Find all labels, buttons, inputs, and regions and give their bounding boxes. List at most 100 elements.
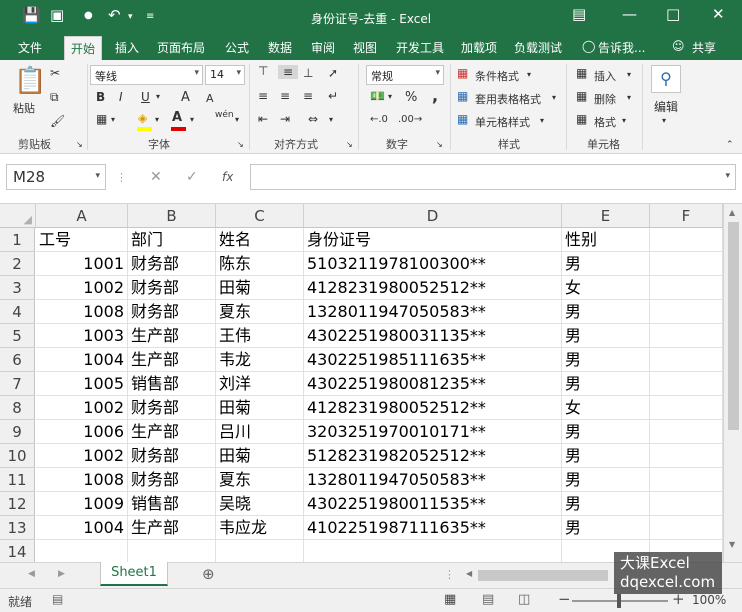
tell-me[interactable]: 告诉我... xyxy=(598,39,645,56)
format-painter-icon[interactable]: 🖌 xyxy=(50,114,65,128)
cell-e8[interactable]: 女 xyxy=(562,396,650,420)
border-dropdown-icon[interactable]: ▾ xyxy=(111,115,115,124)
cell-a1[interactable]: 工号 xyxy=(36,228,128,252)
collapse-ribbon-icon[interactable]: ⌃ xyxy=(726,140,734,150)
increase-decimal-icon[interactable]: ←.0 xyxy=(370,114,388,125)
italic-button[interactable]: I xyxy=(119,90,123,104)
phonetic-button[interactable]: wén xyxy=(215,110,234,120)
font-color-icon[interactable]: A xyxy=(172,110,182,125)
cell-d3[interactable]: 4128231980052512** xyxy=(304,276,562,300)
cell-b4[interactable]: 财务部 xyxy=(128,300,216,324)
row-header[interactable]: 1 xyxy=(0,228,35,252)
cell-style-icon[interactable]: ▦ xyxy=(457,112,468,126)
conditional-format-button[interactable]: 条件格式 xyxy=(475,68,519,84)
cell-c5[interactable]: 王伟 xyxy=(216,324,304,348)
number-format-select[interactable]: 常规 ▾ xyxy=(366,65,444,85)
cell-e12[interactable]: 男 xyxy=(562,492,650,516)
cell-a7[interactable]: 1005 xyxy=(36,372,128,396)
tab-review[interactable]: 审阅 xyxy=(311,39,335,56)
cell-d5[interactable]: 4302251980031135** xyxy=(304,324,562,348)
cell-c6[interactable]: 韦龙 xyxy=(216,348,304,372)
align-top-icon[interactable]: ⊤ xyxy=(258,64,268,78)
cell-f7[interactable] xyxy=(650,372,723,396)
conditional-format-icon[interactable]: ▦ xyxy=(457,66,468,80)
align-left-icon[interactable]: ≡ xyxy=(258,89,268,103)
cell-c7[interactable]: 刘洋 xyxy=(216,372,304,396)
cell-d8[interactable]: 4128231980052512** xyxy=(304,396,562,420)
cell-b11[interactable]: 财务部 xyxy=(128,468,216,492)
cell-f2[interactable] xyxy=(650,252,723,276)
bold-button[interactable]: B xyxy=(96,90,105,104)
cell-c8[interactable]: 田菊 xyxy=(216,396,304,420)
cell-d1[interactable]: 身份证号 xyxy=(304,228,562,252)
search-icon[interactable]: ⚲ xyxy=(651,65,681,93)
tab-page-layout[interactable]: 页面布局 xyxy=(157,39,205,56)
cell-b10[interactable]: 财务部 xyxy=(128,444,216,468)
cell-a13[interactable]: 1004 xyxy=(36,516,128,540)
cell-d10[interactable]: 5128231982052512** xyxy=(304,444,562,468)
row-header[interactable]: 6 xyxy=(0,348,35,372)
column-header-c[interactable]: C xyxy=(216,204,304,228)
tab-data[interactable]: 数据 xyxy=(268,39,292,56)
zoom-out-icon[interactable]: − xyxy=(558,590,571,608)
cell-b1[interactable]: 部门 xyxy=(128,228,216,252)
chevron-down-icon[interactable]: ▾ xyxy=(552,93,556,102)
cell-a3[interactable]: 1002 xyxy=(36,276,128,300)
scroll-thumb[interactable] xyxy=(728,222,739,430)
cell-f12[interactable] xyxy=(650,492,723,516)
chevron-down-icon[interactable]: ▾ xyxy=(627,93,631,102)
chevron-down-icon[interactable]: ▾ xyxy=(662,116,666,125)
row-header[interactable]: 13 xyxy=(0,516,35,540)
row-header[interactable]: 3 xyxy=(0,276,35,300)
next-sheet-icon[interactable]: ▶ xyxy=(58,569,65,579)
cell-a14[interactable] xyxy=(36,540,128,564)
tab-home[interactable]: 开始 xyxy=(64,36,103,60)
close-icon[interactable]: ✕ xyxy=(712,5,725,23)
cell-e6[interactable]: 男 xyxy=(562,348,650,372)
fill-color-dropdown-icon[interactable]: ▾ xyxy=(155,115,159,124)
align-right-icon[interactable]: ≡ xyxy=(303,89,313,103)
cell-a11[interactable]: 1008 xyxy=(36,468,128,492)
cell-b13[interactable]: 生产部 xyxy=(128,516,216,540)
decrease-decimal-icon[interactable]: .00→ xyxy=(398,114,422,125)
cell-f6[interactable] xyxy=(650,348,723,372)
macro-record-icon[interactable]: ▤ xyxy=(52,592,63,606)
font-color-dropdown-icon[interactable]: ▾ xyxy=(190,115,194,124)
vertical-scrollbar[interactable]: ▲ ▼ xyxy=(723,204,742,562)
cell-d11[interactable]: 1328011947050583** xyxy=(304,468,562,492)
cell-e7[interactable]: 男 xyxy=(562,372,650,396)
currency-dropdown-icon[interactable]: ▾ xyxy=(388,92,392,101)
cell-f8[interactable] xyxy=(650,396,723,420)
comma-button[interactable]: , xyxy=(432,86,438,105)
row-header[interactable]: 9 xyxy=(0,420,35,444)
normal-view-icon[interactable]: ▦ xyxy=(444,592,456,607)
copy-icon[interactable]: ⧉ xyxy=(50,90,59,105)
cell-a4[interactable]: 1008 xyxy=(36,300,128,324)
scroll-down-icon[interactable]: ▼ xyxy=(729,540,735,549)
fill-color-icon[interactable]: ◈ xyxy=(138,111,147,125)
decrease-indent-icon[interactable]: ⇤ xyxy=(258,112,268,126)
enter-icon[interactable]: ✓ xyxy=(186,169,198,185)
row-header[interactable]: 4 xyxy=(0,300,35,324)
cell-c9[interactable]: 吕川 xyxy=(216,420,304,444)
row-header[interactable]: 8 xyxy=(0,396,35,420)
cell-a9[interactable]: 1006 xyxy=(36,420,128,444)
cell-b12[interactable]: 销售部 xyxy=(128,492,216,516)
merge-dropdown-icon[interactable]: ▾ xyxy=(329,115,333,124)
minimize-icon[interactable]: — xyxy=(622,5,637,23)
name-box[interactable]: M28 ▾ xyxy=(6,164,106,190)
cell-c1[interactable]: 姓名 xyxy=(216,228,304,252)
column-header-e[interactable]: E xyxy=(562,204,650,228)
insert-cells-icon[interactable]: ▦ xyxy=(576,66,587,80)
column-header-d[interactable]: D xyxy=(304,204,562,228)
sheet-tab-sheet1[interactable]: Sheet1 xyxy=(100,562,168,586)
cell-d4[interactable]: 1328011947050583** xyxy=(304,300,562,324)
cell-d9[interactable]: 3203251970010171** xyxy=(304,420,562,444)
horizontal-scroll-thumb[interactable] xyxy=(478,570,608,581)
tab-load-test[interactable]: 负载测试 xyxy=(514,39,562,56)
font-size-select[interactable]: 14 ▾ xyxy=(205,65,245,85)
cell-a6[interactable]: 1004 xyxy=(36,348,128,372)
cell-e10[interactable]: 男 xyxy=(562,444,650,468)
cell-e3[interactable]: 女 xyxy=(562,276,650,300)
shrink-font-button[interactable]: A xyxy=(206,92,214,105)
